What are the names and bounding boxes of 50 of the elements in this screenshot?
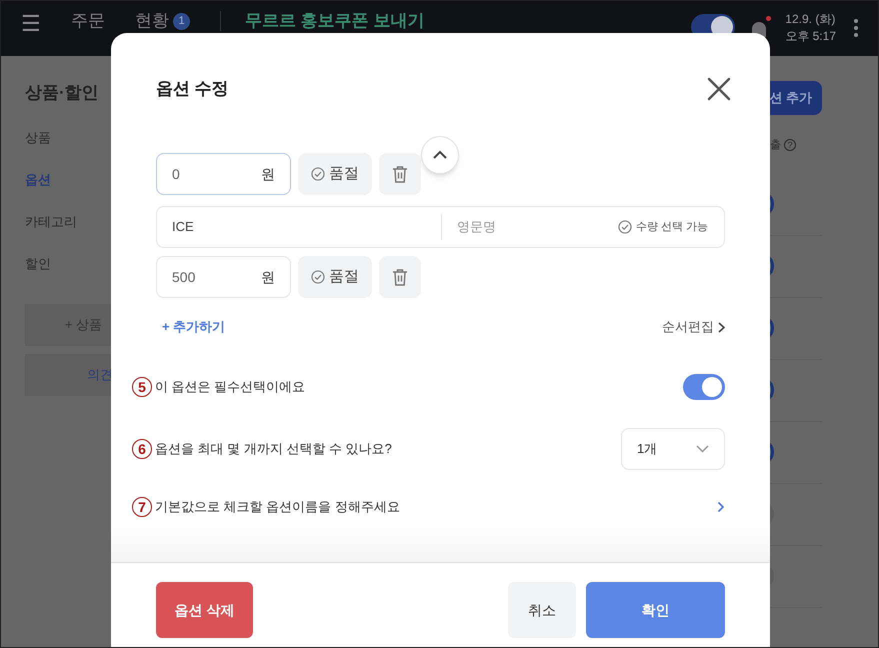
setting-label: 기본값으로 체크할 옵션이름을 정해주세요 — [155, 498, 400, 516]
close-icon[interactable] — [707, 77, 731, 101]
sold-out-button[interactable]: 품절 — [298, 256, 372, 298]
nav-tab[interactable]: 주문 — [71, 11, 105, 31]
check-circle-icon — [311, 270, 325, 284]
add-option-button[interactable]: 션 추가 — [769, 81, 822, 115]
trash-icon — [392, 165, 408, 183]
dialog-title: 옵션 수정 — [156, 78, 229, 100]
more-icon[interactable] — [854, 19, 858, 37]
collapse-button[interactable] — [421, 136, 459, 174]
price-value: 0 — [172, 164, 180, 184]
chevron-right-icon[interactable] — [717, 501, 725, 513]
chevron-down-icon — [696, 445, 709, 453]
check-circle-icon — [618, 220, 632, 234]
column-header: 출 — [770, 138, 781, 153]
price-value: 500 — [172, 268, 196, 286]
price-field[interactable]: 0 원 — [156, 153, 291, 195]
cancel-button[interactable]: 취소 — [508, 582, 576, 638]
option-name-value[interactable]: ICE — [157, 214, 442, 240]
delete-option-button[interactable]: 옵션 삭제 — [156, 582, 253, 638]
setting-label: 옵션을 최대 몇 개까지 선택할 수 있나요? — [155, 440, 392, 458]
confirm-button[interactable]: 확인 — [586, 582, 725, 638]
count-dropdown[interactable]: 1개 — [621, 428, 725, 470]
quantity-checkbox[interactable]: 수량 선택 가능 — [618, 218, 724, 236]
help-icon[interactable]: ? — [784, 139, 796, 152]
chevron-right-icon — [718, 322, 725, 332]
delete-button[interactable] — [379, 256, 421, 298]
banner-text: 무르르 홍보쿠폰 보내기 — [245, 11, 424, 31]
sold-out-button[interactable]: 품절 — [298, 153, 372, 195]
sidebar-title: 상품·할인 — [25, 82, 100, 104]
date-text: 12.9. (화) — [785, 11, 836, 28]
setting-label: 이 옵션은 필수선택이에요 — [155, 378, 306, 396]
chevron-up-icon — [432, 150, 448, 160]
trash-icon — [392, 268, 408, 286]
add-link[interactable]: + 추가하기 — [162, 317, 226, 337]
toggle-switch[interactable] — [683, 374, 725, 400]
price-field[interactable]: 500 원 — [156, 256, 291, 298]
check-circle-icon — [311, 167, 325, 181]
currency-unit: 원 — [261, 268, 275, 286]
count-badge: 1 — [173, 12, 190, 30]
time-text: 오후 5:17 — [785, 28, 836, 45]
delete-button[interactable] — [379, 153, 421, 195]
step-marker: 5 — [132, 377, 152, 397]
currency-unit: 원 — [261, 164, 275, 184]
menu-icon[interactable]: ☰ — [21, 13, 41, 35]
reorder-link[interactable]: 순서편집 — [662, 317, 725, 337]
english-name-placeholder[interactable]: 영문명 — [442, 217, 618, 237]
nav-tab[interactable]: 현황 1 — [135, 11, 190, 31]
step-marker: 6 — [132, 439, 152, 459]
step-marker: 7 — [132, 497, 152, 517]
